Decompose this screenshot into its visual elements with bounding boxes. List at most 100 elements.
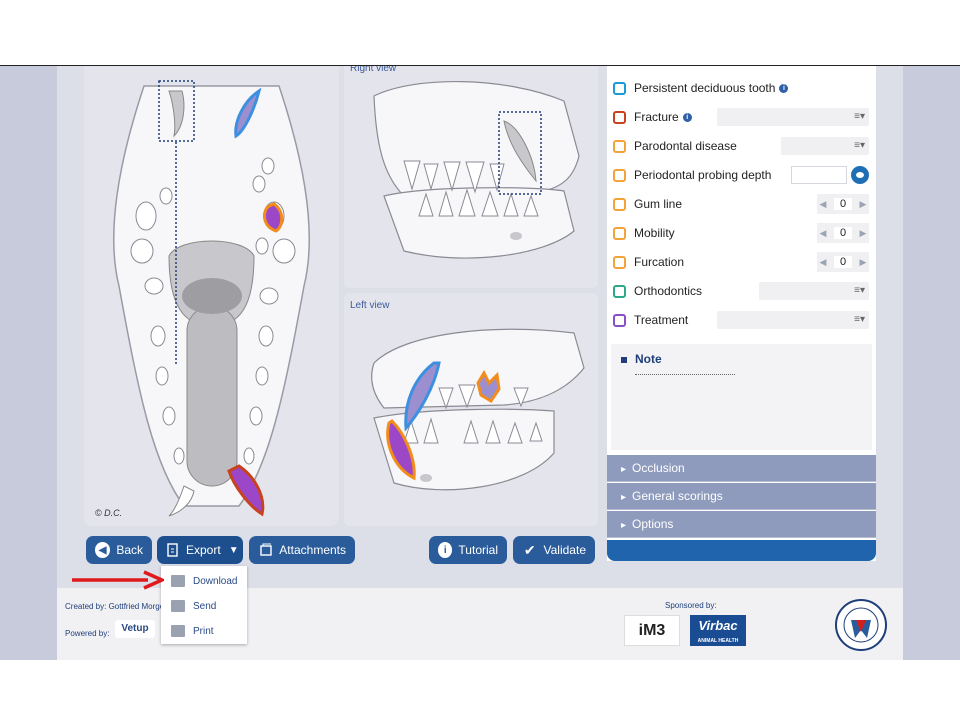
printer-icon bbox=[171, 625, 185, 637]
screenshot-area: Right view Left view © D.C. Persistent d… bbox=[0, 65, 960, 660]
society-seal-logo[interactable] bbox=[834, 598, 888, 652]
option-label: Furcation bbox=[634, 255, 685, 269]
option-label: Treatment bbox=[634, 313, 689, 327]
menu-item-download[interactable]: Download bbox=[161, 569, 247, 593]
orthodontics-select[interactable]: ≡▾ bbox=[759, 282, 869, 300]
chevron-down-icon: ▼ bbox=[228, 544, 239, 556]
stepper-value: 0 bbox=[834, 198, 852, 210]
copyright-text: © D.C. bbox=[95, 508, 123, 518]
parodontal-select[interactable]: ≡▾ bbox=[781, 137, 869, 155]
attachments-button[interactable]: Attachments bbox=[249, 536, 355, 564]
attachment-icon bbox=[258, 542, 273, 558]
option-label: Fracture bbox=[634, 110, 679, 124]
color-swatch[interactable] bbox=[613, 313, 626, 327]
option-treatment[interactable]: Treatment ≡▾ bbox=[613, 308, 875, 332]
menu-item-label: Print bbox=[193, 625, 214, 637]
vetup-logo[interactable]: Vetup bbox=[115, 620, 155, 638]
im3-logo[interactable]: iM3 bbox=[624, 615, 680, 646]
option-label: Mobility bbox=[634, 226, 675, 240]
increment-icon[interactable]: ▶ bbox=[857, 257, 869, 268]
treatment-select[interactable]: ≡▾ bbox=[717, 311, 869, 329]
export-icon bbox=[166, 542, 180, 558]
color-swatch[interactable] bbox=[613, 168, 626, 182]
option-orthodontics[interactable]: Orthodontics ≡▾ bbox=[613, 279, 875, 303]
fracture-select[interactable]: ≡▾ bbox=[717, 108, 869, 126]
note-input-line[interactable] bbox=[635, 374, 735, 375]
note-title: Note bbox=[621, 352, 662, 366]
skull-right-view-diagram[interactable] bbox=[344, 66, 598, 288]
left-view-label: Left view bbox=[350, 300, 390, 311]
download-icon bbox=[171, 575, 185, 587]
note-box[interactable]: Note bbox=[611, 344, 872, 450]
eye-icon[interactable] bbox=[851, 166, 869, 184]
validate-label: Validate bbox=[543, 543, 586, 557]
decrement-icon[interactable]: ◀ bbox=[817, 257, 829, 268]
decrement-icon[interactable]: ◀ bbox=[817, 199, 829, 210]
right-view-label: Right view bbox=[350, 65, 397, 74]
virbac-logo[interactable]: Virbac ANIMAL HEALTH bbox=[690, 615, 746, 646]
powered-by-text: Powered by: bbox=[65, 629, 110, 638]
menu-item-label: Download bbox=[193, 575, 238, 587]
skull-top-view-diagram[interactable] bbox=[84, 66, 339, 526]
tutorial-label: Tutorial bbox=[458, 543, 498, 557]
color-swatch[interactable] bbox=[613, 284, 626, 298]
color-swatch[interactable] bbox=[613, 197, 626, 211]
decrement-icon[interactable]: ◀ bbox=[817, 228, 829, 239]
virbac-name: Virbac bbox=[698, 618, 738, 633]
increment-icon[interactable]: ▶ bbox=[857, 199, 869, 210]
option-periodontal-probing-depth[interactable]: Periodontal probing depth bbox=[613, 163, 875, 187]
stepper-value: 0 bbox=[834, 227, 852, 239]
accordion-occlusion[interactable]: Occlusion bbox=[607, 455, 876, 482]
option-label: Parodontal disease bbox=[634, 139, 737, 153]
diagnosis-sidebar: Persistent deciduous tooth i Fracture i … bbox=[607, 66, 876, 561]
virbac-subtitle: ANIMAL HEALTH bbox=[697, 638, 739, 644]
export-dropdown-menu: Download Send Print bbox=[161, 566, 247, 644]
info-icon: i bbox=[438, 542, 453, 558]
back-button[interactable]: ◀ Back bbox=[86, 536, 152, 564]
option-furcation[interactable]: Furcation ◀ 0 ▶ bbox=[613, 250, 875, 274]
left-view-panel[interactable]: Left view bbox=[344, 293, 598, 526]
option-label: Orthodontics bbox=[634, 284, 703, 298]
skull-left-view-diagram[interactable] bbox=[344, 293, 598, 526]
info-icon[interactable]: i bbox=[682, 112, 692, 122]
sidebar-footer-bar bbox=[607, 540, 876, 561]
back-arrow-icon: ◀ bbox=[95, 542, 111, 558]
option-gum-line[interactable]: Gum line ◀ 0 ▶ bbox=[613, 192, 875, 216]
menu-item-print[interactable]: Print bbox=[161, 619, 247, 643]
option-fracture[interactable]: Fracture i ≡▾ bbox=[613, 105, 875, 129]
option-label: Periodontal probing depth bbox=[634, 168, 772, 182]
mobility-stepper[interactable]: ◀ 0 ▶ bbox=[817, 223, 869, 243]
accordion-general-scorings[interactable]: General scorings bbox=[607, 483, 876, 510]
menu-item-label: Send bbox=[193, 600, 217, 612]
envelope-icon bbox=[171, 600, 185, 612]
furcation-stepper[interactable]: ◀ 0 ▶ bbox=[817, 252, 869, 272]
accordion-options[interactable]: Options bbox=[607, 511, 876, 538]
info-icon[interactable]: i bbox=[779, 83, 789, 93]
color-swatch[interactable] bbox=[613, 139, 626, 153]
option-label: Persistent deciduous tooth bbox=[634, 81, 776, 95]
color-swatch[interactable] bbox=[613, 81, 626, 95]
right-view-panel[interactable]: Right view bbox=[344, 66, 598, 288]
stepper-value: 0 bbox=[834, 256, 852, 268]
top-view-panel[interactable] bbox=[84, 66, 339, 526]
color-swatch[interactable] bbox=[613, 226, 626, 240]
increment-icon[interactable]: ▶ bbox=[857, 228, 869, 239]
gum-line-stepper[interactable]: ◀ 0 ▶ bbox=[817, 194, 869, 214]
option-persistent-deciduous-tooth[interactable]: Persistent deciduous tooth i bbox=[613, 76, 875, 100]
red-arrow-annotation bbox=[72, 570, 164, 590]
menu-item-send[interactable]: Send bbox=[161, 594, 247, 618]
export-button[interactable]: Export ▼ bbox=[157, 536, 243, 564]
option-mobility[interactable]: Mobility ◀ 0 ▶ bbox=[613, 221, 875, 245]
tutorial-button[interactable]: i Tutorial bbox=[429, 536, 507, 564]
option-parodontal-disease[interactable]: Parodontal disease ≡▾ bbox=[613, 134, 875, 158]
color-swatch[interactable] bbox=[613, 255, 626, 269]
color-swatch[interactable] bbox=[613, 110, 626, 124]
checkmark-icon: ✔ bbox=[523, 541, 536, 558]
probing-depth-field[interactable] bbox=[791, 166, 847, 184]
back-label: Back bbox=[116, 543, 143, 557]
sponsored-by-text: Sponsored by: bbox=[665, 601, 717, 610]
created-by-text: Created by: Gottfried Morgene bbox=[65, 602, 174, 611]
export-label: Export bbox=[186, 543, 221, 557]
validate-button[interactable]: ✔ Validate bbox=[513, 536, 595, 564]
attachments-label: Attachments bbox=[279, 543, 346, 557]
